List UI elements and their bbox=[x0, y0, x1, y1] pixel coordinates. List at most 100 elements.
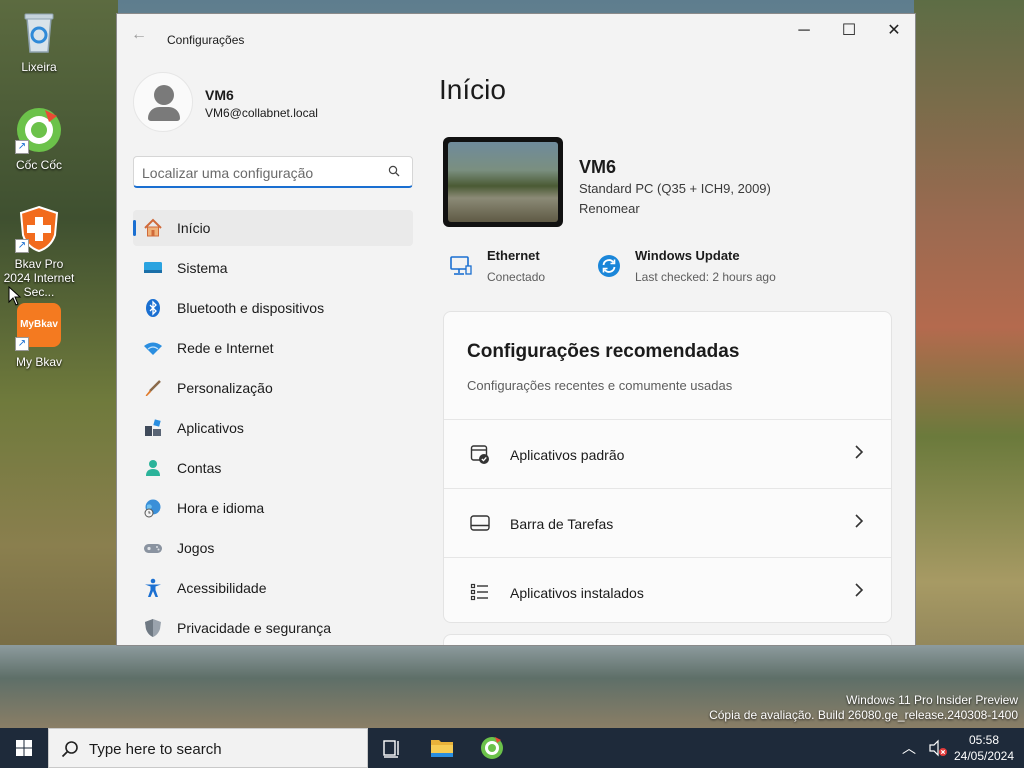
sidebar-item-hora-idioma[interactable]: Hora e idioma bbox=[133, 490, 413, 526]
desktop-icon-my-bkav[interactable]: MyBkav ↗ My Bkav bbox=[1, 303, 77, 369]
coccoc-browser-icon: ↗ bbox=[15, 106, 63, 154]
task-view-button[interactable] bbox=[368, 728, 416, 768]
device-spec: Standard PC (Q35 + ICH9, 2009) bbox=[579, 181, 771, 196]
brush-icon bbox=[145, 380, 161, 396]
sidebar-item-rede[interactable]: Rede e Internet bbox=[133, 330, 413, 366]
settings-window: ← Configurações ─ ☐ ✕ VM6 VM6@collabnet.… bbox=[116, 13, 916, 646]
device-wallpaper-thumbnail[interactable] bbox=[443, 137, 563, 227]
my-bkav-icon: MyBkav ↗ bbox=[15, 303, 63, 351]
sidebar-item-label: Personalização bbox=[177, 380, 273, 396]
sidebar-item-contas[interactable]: Contas bbox=[133, 450, 413, 486]
recommended-item-aplicativos-instalados[interactable]: Aplicativos instalados bbox=[444, 558, 891, 627]
taskbar-icon bbox=[470, 515, 490, 531]
search-icon bbox=[388, 165, 400, 177]
evaluation-watermark: Windows 11 Pro Insider Preview Cópia de … bbox=[709, 693, 1018, 723]
gamepad-icon bbox=[144, 544, 162, 553]
avatar-head-icon bbox=[154, 85, 174, 105]
chevron-right-icon bbox=[855, 445, 864, 459]
shortcut-arrow-icon: ↗ bbox=[15, 337, 29, 351]
wallpaper-cliff-right bbox=[914, 0, 1024, 728]
status-subtitle: Conectado bbox=[487, 270, 546, 284]
home-icon bbox=[144, 218, 162, 237]
sidebar-item-label: Hora e idioma bbox=[177, 500, 265, 516]
sidebar-item-aplicativos[interactable]: Aplicativos bbox=[133, 410, 413, 446]
back-arrow-icon[interactable]: ← bbox=[131, 27, 147, 43]
sidebar-item-label: Rede e Internet bbox=[177, 340, 274, 356]
sidebar-item-jogos[interactable]: Jogos bbox=[133, 530, 413, 566]
task-view-icon bbox=[383, 740, 399, 758]
bluetooth-icon bbox=[146, 299, 160, 317]
settings-search-box[interactable] bbox=[133, 156, 413, 188]
recommended-item-label: Barra de Tarefas bbox=[510, 516, 614, 532]
recommended-item-barra-de-tarefas[interactable]: Barra de Tarefas bbox=[444, 489, 891, 558]
sidebar-item-label: Privacidade e segurança bbox=[177, 620, 332, 636]
clock-date: 24/05/2024 bbox=[953, 749, 1015, 763]
maximize-button[interactable]: ☐ bbox=[826, 14, 872, 48]
status-title: Ethernet bbox=[487, 248, 540, 263]
taskbar-search-box[interactable]: Type here to search bbox=[48, 728, 368, 768]
recommended-item-label: Aplicativos padrão bbox=[510, 447, 625, 463]
sidebar-item-label: Jogos bbox=[177, 540, 215, 556]
sidebar-item-acessibilidade[interactable]: Acessibilidade bbox=[133, 570, 413, 606]
sidebar-item-label: Aplicativos bbox=[177, 420, 244, 436]
accessibility-icon bbox=[145, 578, 161, 597]
taskbar-app-coccoc[interactable] bbox=[468, 728, 516, 768]
title-bar[interactable]: ← Configurações ─ ☐ ✕ bbox=[117, 14, 915, 50]
profile-name: VM6 bbox=[205, 87, 234, 103]
clock-time: 05:58 bbox=[968, 733, 1000, 747]
rename-link[interactable]: Renomear bbox=[579, 201, 640, 216]
show-hidden-icons-chevron-icon[interactable]: ︿ bbox=[902, 738, 916, 758]
windows-logo-icon bbox=[16, 740, 32, 756]
taskbar-search-placeholder: Type here to search bbox=[89, 741, 222, 758]
installed-apps-icon bbox=[470, 583, 488, 601]
desktop-icon-coccoc[interactable]: ↗ Cốc Cốc bbox=[1, 106, 77, 172]
globe-clock-icon bbox=[144, 499, 161, 518]
sidebar-item-inicio[interactable]: Início bbox=[133, 210, 413, 246]
coccoc-browser-icon bbox=[481, 737, 503, 759]
card-title: Configurações recomendadas bbox=[467, 341, 740, 362]
sidebar-item-personalizacao[interactable]: Personalização bbox=[133, 370, 413, 406]
system-clock[interactable]: 05:58 24/05/2024 bbox=[950, 732, 1018, 764]
status-subtitle: Last checked: 2 hours ago bbox=[635, 270, 776, 284]
taskbar-app-file-explorer[interactable] bbox=[418, 728, 466, 768]
desktop-icon-label: My Bkav bbox=[15, 355, 62, 369]
system-icon bbox=[144, 262, 162, 273]
search-icon bbox=[61, 741, 78, 758]
window-title: Configurações bbox=[167, 33, 245, 47]
bkav-shield-icon: ↗ bbox=[15, 205, 63, 253]
watermark-line-2: Cópia de avaliação. Build 26080.ge_relea… bbox=[709, 708, 1018, 722]
sidebar-item-label: Sistema bbox=[177, 260, 228, 276]
desktop-icon-label: Lixeira bbox=[21, 60, 57, 74]
recommended-settings-card: Configurações recomendadas Configurações… bbox=[443, 311, 892, 623]
status-title: Windows Update bbox=[635, 248, 740, 263]
sidebar-item-label: Bluetooth e dispositivos bbox=[177, 300, 325, 316]
minimize-button[interactable]: ─ bbox=[781, 14, 827, 48]
sidebar-nav: Início Sistema Bluetooth e dispositivos … bbox=[133, 210, 413, 645]
shield-icon bbox=[145, 619, 161, 637]
file-explorer-icon bbox=[431, 740, 453, 757]
start-button[interactable] bbox=[0, 728, 48, 768]
recommended-item-aplicativos-padrao[interactable]: Aplicativos padrão bbox=[444, 420, 891, 489]
device-name: VM6 bbox=[579, 157, 617, 177]
status-ethernet[interactable]: Ethernet Conectado bbox=[449, 246, 589, 286]
sound-muted-icon[interactable] bbox=[928, 738, 948, 758]
sidebar-item-sistema[interactable]: Sistema bbox=[133, 250, 413, 286]
watermark-line-1: Windows 11 Pro Insider Preview bbox=[846, 693, 1018, 707]
default-apps-icon bbox=[470, 445, 489, 464]
search-input[interactable] bbox=[142, 163, 374, 183]
mouse-cursor-icon bbox=[8, 286, 22, 306]
status-windows-update[interactable]: Windows Update Last checked: 2 hours ago bbox=[597, 246, 797, 286]
chevron-right-icon bbox=[855, 583, 864, 597]
recycle-bin-icon bbox=[15, 8, 63, 56]
sidebar-item-bluetooth[interactable]: Bluetooth e dispositivos bbox=[133, 290, 413, 326]
card-header: Configurações recomendadas Configurações… bbox=[444, 312, 891, 420]
avatar[interactable] bbox=[133, 72, 193, 132]
sidebar-item-privacidade[interactable]: Privacidade e segurança bbox=[133, 610, 413, 645]
chevron-right-icon bbox=[855, 514, 864, 528]
desktop-icon-recycle-bin[interactable]: Lixeira bbox=[1, 8, 77, 74]
taskbar: Type here to search ︿ 05:58 24/05/2024 bbox=[0, 728, 1024, 768]
desktop-icon-bkav-pro[interactable]: ↗ Bkav Pro 2024 Internet Sec... bbox=[1, 205, 77, 299]
sidebar-item-label: Acessibilidade bbox=[177, 580, 267, 596]
card-subtitle: Configurações recentes e comumente usada… bbox=[467, 378, 733, 393]
close-button[interactable]: ✕ bbox=[871, 14, 915, 48]
